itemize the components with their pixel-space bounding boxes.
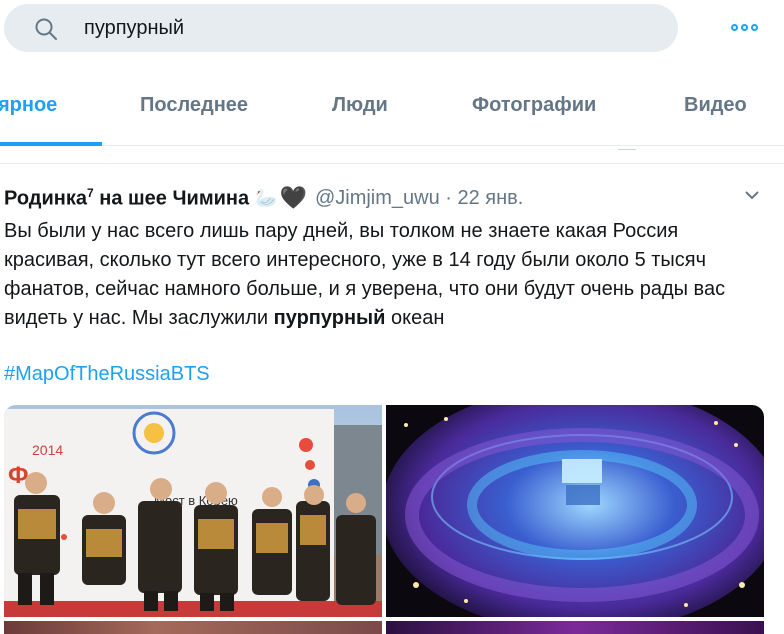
author-handle[interactable]: @Jimjim_uwu · 22 янв. [315,187,523,210]
search-bar[interactable] [4,4,678,52]
top-bar [0,0,784,58]
photo-3-partial[interactable] [4,621,382,634]
tab-photos[interactable]: Фотографии [472,94,596,117]
chevron-down-icon[interactable] [744,189,760,201]
black-heart-emoji-icon: 🖤 [279,185,307,210]
tweet-text: Вы были у нас всего лишь пару дней, вы т… [4,220,726,329]
previous-tweet-edge [0,146,784,164]
search-icon [35,18,57,40]
swan-emoji-icon: 🦢 [255,187,278,208]
photo-stadium-concert[interactable] [386,405,764,617]
stadium-photo-illustration [386,405,764,617]
tweet-media-grid: 2014 Ф Мост в Корею [4,405,764,634]
festival-photo-illustration: 2014 Ф Мост в Корею [4,405,382,617]
hashtag-link[interactable]: #MapOfTheRussiaBTS [4,363,210,386]
tab-latest[interactable]: Последнее [140,94,248,117]
tweet[interactable]: Родинка7 на шее Чимина 🦢 🖤 @Jimjim_uwu ·… [0,165,784,634]
divider [618,146,636,150]
more-options-icon[interactable] [724,16,764,38]
photo-festival-stage[interactable]: 2014 Ф Мост в Корею [4,405,382,617]
tab-videos[interactable]: Видео [684,94,747,117]
author-name[interactable]: Родинка7 на шее Чимина [4,186,249,211]
tab-people[interactable]: Люди [332,94,388,117]
highlighted-search-term: пурпурный [273,307,386,329]
search-input[interactable] [84,4,644,52]
search-tabs: ярное Последнее Люди Фотографии Видео [0,74,784,146]
tweet-header: Родинка7 на шее Чимина 🦢 🖤 @Jimjim_uwu ·… [4,185,523,211]
sign-year: 2014 [32,442,63,458]
photo-4-partial[interactable] [386,621,764,634]
tweet-date[interactable]: 22 янв. [458,187,524,209]
tab-top[interactable]: ярное [0,94,57,117]
